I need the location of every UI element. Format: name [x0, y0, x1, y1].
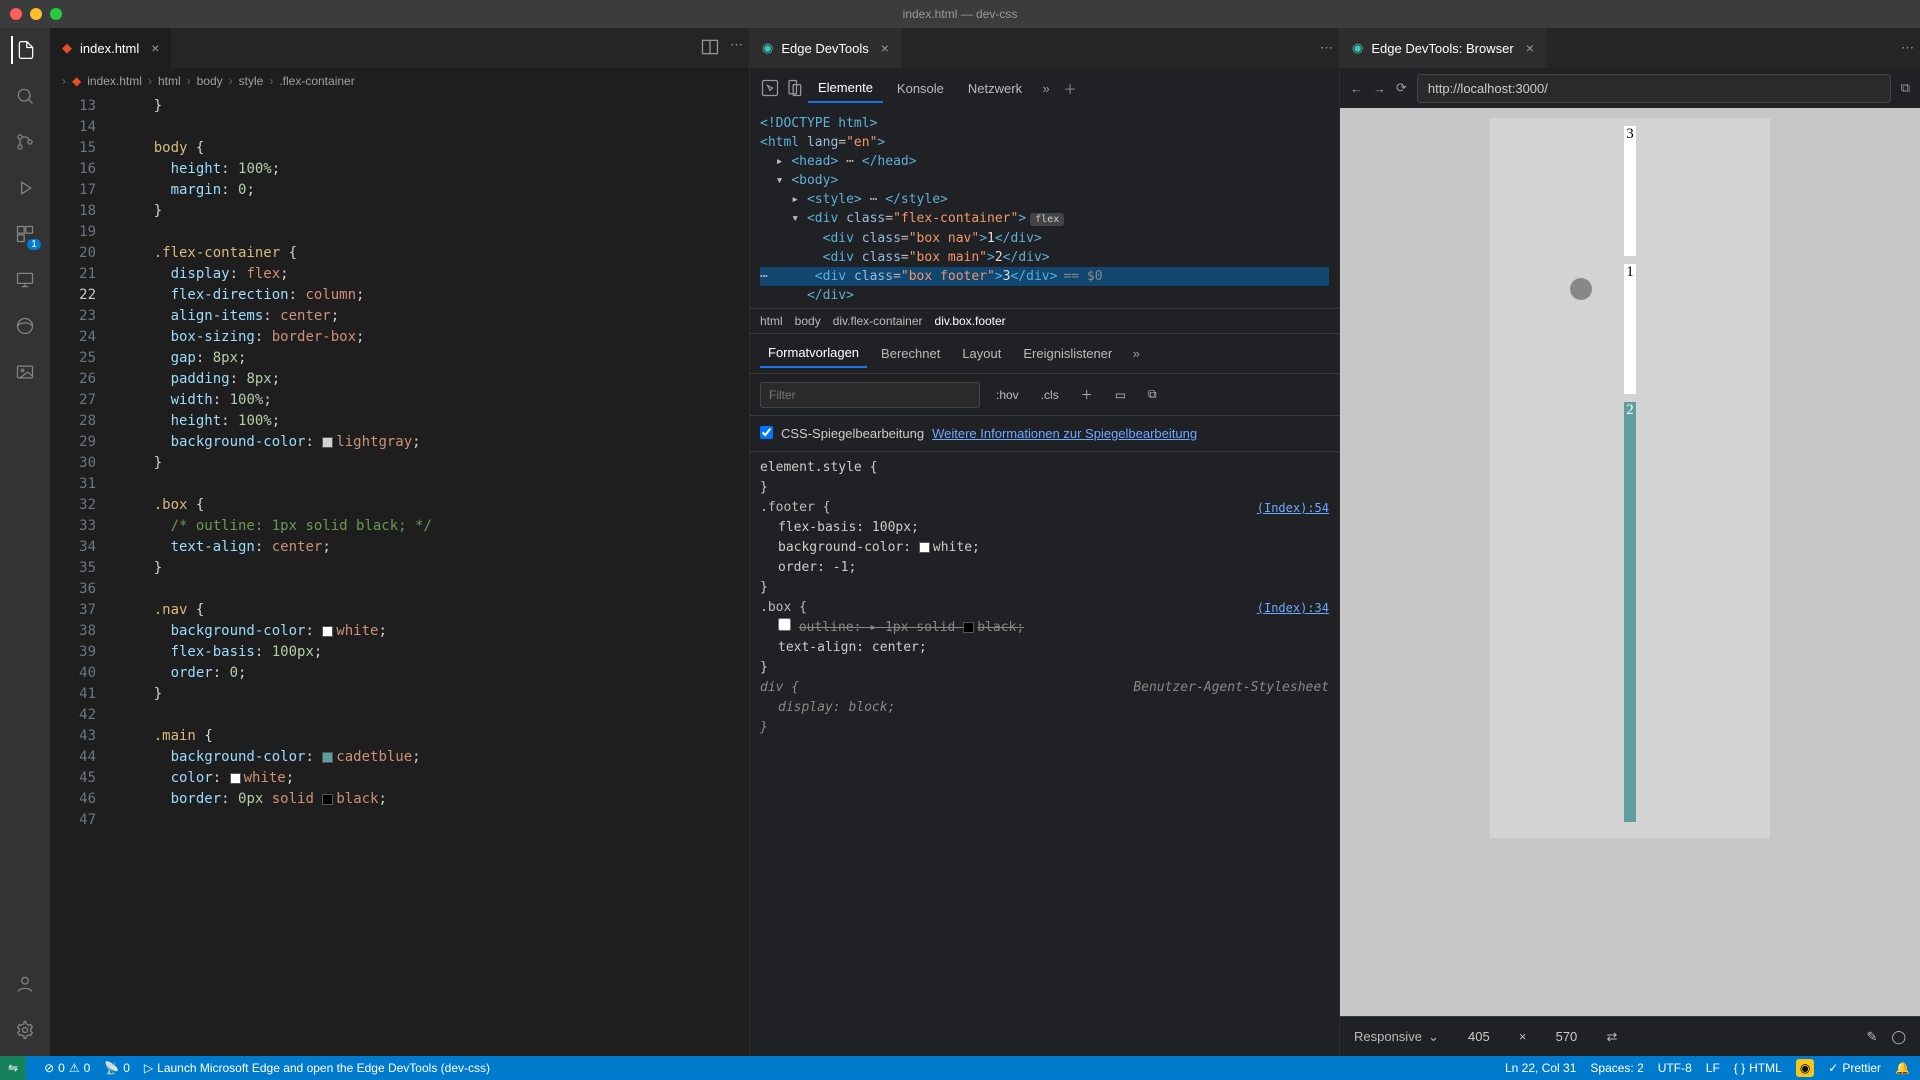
dom-breadcrumb[interactable]: html body div.flex-container div.box.foo… — [750, 308, 1339, 334]
status-edge[interactable]: ◉ — [1796, 1059, 1814, 1077]
more-icon[interactable]: ⋯ — [1901, 40, 1914, 56]
tab-styles[interactable]: Formatvorlagen — [760, 339, 867, 368]
search-icon[interactable] — [11, 82, 39, 110]
status-prettier[interactable]: ✓ Prettier — [1828, 1061, 1881, 1075]
image-icon[interactable] — [11, 358, 39, 386]
editor-tab-label: index.html — [80, 41, 139, 56]
device-select[interactable]: Responsive⌄ — [1354, 1029, 1439, 1045]
mirror-checkbox[interactable] — [760, 426, 773, 439]
styles-pane[interactable]: element.style { } .footer {(Index):54 fl… — [750, 452, 1339, 1056]
code-editor[interactable]: } body { height: 100%; margin: 0; } .fle… — [110, 94, 749, 1056]
breadcrumb[interactable]: ›◆index.html ›html ›body ›style ›.flex-c… — [50, 68, 749, 94]
nav-back-icon[interactable]: ← — [1350, 81, 1363, 96]
status-ports[interactable]: 📡 0 — [104, 1061, 130, 1075]
status-bar: ⇋ ⊘ 0 ⚠ 0 📡 0 ▷ Launch Microsoft Edge an… — [0, 1056, 1920, 1080]
inspect-icon[interactable] — [760, 78, 780, 98]
more-tabs-icon[interactable]: » — [1126, 346, 1146, 361]
extensions-badge: 1 — [27, 239, 41, 250]
cls-toggle[interactable]: .cls — [1035, 385, 1065, 405]
mirror-link[interactable]: Weitere Informationen zur Spiegelbearbei… — [932, 426, 1197, 441]
more-icon[interactable]: ⋯ — [730, 37, 743, 60]
nav-forward-icon[interactable]: → — [1373, 81, 1386, 96]
styles-filter-input[interactable] — [760, 382, 980, 408]
edge-icon: ◉ — [1352, 40, 1363, 56]
debug-icon[interactable] — [11, 174, 39, 202]
tab-listeners[interactable]: Ereignislistener — [1015, 340, 1120, 367]
close-dim-icon[interactable]: × — [1519, 1029, 1527, 1044]
reload-icon[interactable]: ⟳ — [1396, 80, 1407, 96]
html-file-icon: ◆ — [62, 40, 72, 56]
line-gutter: 1314151617181920212223242526272829303132… — [50, 94, 110, 1056]
source-control-icon[interactable] — [11, 128, 39, 156]
add-tab-icon[interactable]: ＋ — [1060, 79, 1080, 98]
prop-checkbox[interactable] — [778, 618, 791, 631]
window-minimize[interactable] — [30, 8, 42, 20]
devtools-tab[interactable]: ◉ Edge DevTools × — [750, 28, 901, 68]
preview-box-footer: 3 — [1624, 126, 1636, 256]
editor-tab-index[interactable]: ◆ index.html × — [50, 28, 171, 68]
tab-elements[interactable]: Elemente — [808, 74, 883, 103]
tab-layout[interactable]: Layout — [954, 340, 1009, 367]
account-icon[interactable] — [11, 970, 39, 998]
close-icon[interactable]: × — [881, 40, 889, 56]
touch-icon[interactable]: ✎ — [1867, 1029, 1878, 1045]
edge-icon: ◉ — [762, 40, 773, 56]
remote-icon[interactable] — [11, 266, 39, 294]
status-launch[interactable]: ▷ Launch Microsoft Edge and open the Edg… — [144, 1061, 490, 1075]
tab-computed[interactable]: Berechnet — [873, 340, 948, 367]
mirror-label: CSS-Spiegelbearbeitung — [781, 426, 924, 441]
toggle-dock-icon[interactable]: ⧉ — [1901, 80, 1910, 96]
status-encoding[interactable]: UTF-8 — [1658, 1061, 1692, 1075]
edge-icon[interactable] — [11, 312, 39, 340]
tab-console[interactable]: Konsole — [887, 75, 954, 102]
device-width-input[interactable] — [1453, 1029, 1505, 1044]
status-cursor[interactable]: Ln 22, Col 31 — [1505, 1061, 1576, 1075]
close-icon[interactable]: × — [1526, 40, 1534, 56]
rotate-icon[interactable]: ⇄ — [1606, 1029, 1617, 1045]
browser-tab-label: Edge DevTools: Browser — [1371, 41, 1513, 56]
explorer-icon[interactable] — [11, 36, 39, 64]
browser-tab[interactable]: ◉ Edge DevTools: Browser × — [1340, 28, 1546, 68]
more-tabs-icon[interactable]: » — [1036, 81, 1056, 96]
split-editor-icon[interactable] — [700, 37, 720, 60]
tab-network[interactable]: Netzwerk — [958, 75, 1032, 102]
status-errors[interactable]: ⊘ 0 ⚠ 0 — [44, 1061, 90, 1075]
window-title: index.html — dev-css — [903, 7, 1018, 21]
remote-indicator[interactable]: ⇋ — [0, 1056, 26, 1080]
cursor-indicator — [1570, 278, 1592, 300]
close-icon[interactable]: × — [151, 40, 159, 56]
panel-icon[interactable]: ▭ — [1109, 385, 1132, 405]
more-icon[interactable]: ⋯ — [1320, 40, 1333, 56]
url-input[interactable] — [1417, 74, 1891, 103]
settings-icon[interactable] — [11, 1016, 39, 1044]
window-zoom[interactable] — [50, 8, 62, 20]
status-spaces[interactable]: Spaces: 2 — [1590, 1061, 1643, 1075]
browser-viewport: 3 1 2 — [1340, 108, 1920, 1016]
new-rule-icon[interactable]: ＋ — [1075, 383, 1099, 406]
extensions-icon[interactable]: 1 — [11, 220, 39, 248]
preview-box-main: 2 — [1624, 402, 1636, 822]
status-bell-icon[interactable]: 🔔 — [1895, 1061, 1910, 1075]
popout-icon[interactable]: ⧉ — [1142, 384, 1163, 405]
device-height-input[interactable] — [1540, 1029, 1592, 1044]
status-lang[interactable]: { } HTML — [1734, 1061, 1782, 1075]
window-close[interactable] — [10, 8, 22, 20]
devtools-tab-label: Edge DevTools — [781, 41, 868, 56]
hov-toggle[interactable]: :hov — [990, 385, 1025, 405]
screenshot-icon[interactable]: ◯ — [1891, 1029, 1906, 1045]
dom-tree[interactable]: <!DOCTYPE html> <html lang="en"> ▸ <head… — [750, 108, 1339, 308]
status-eol[interactable]: LF — [1706, 1061, 1720, 1075]
device-icon[interactable] — [784, 78, 804, 98]
preview-box-nav: 1 — [1624, 264, 1636, 394]
